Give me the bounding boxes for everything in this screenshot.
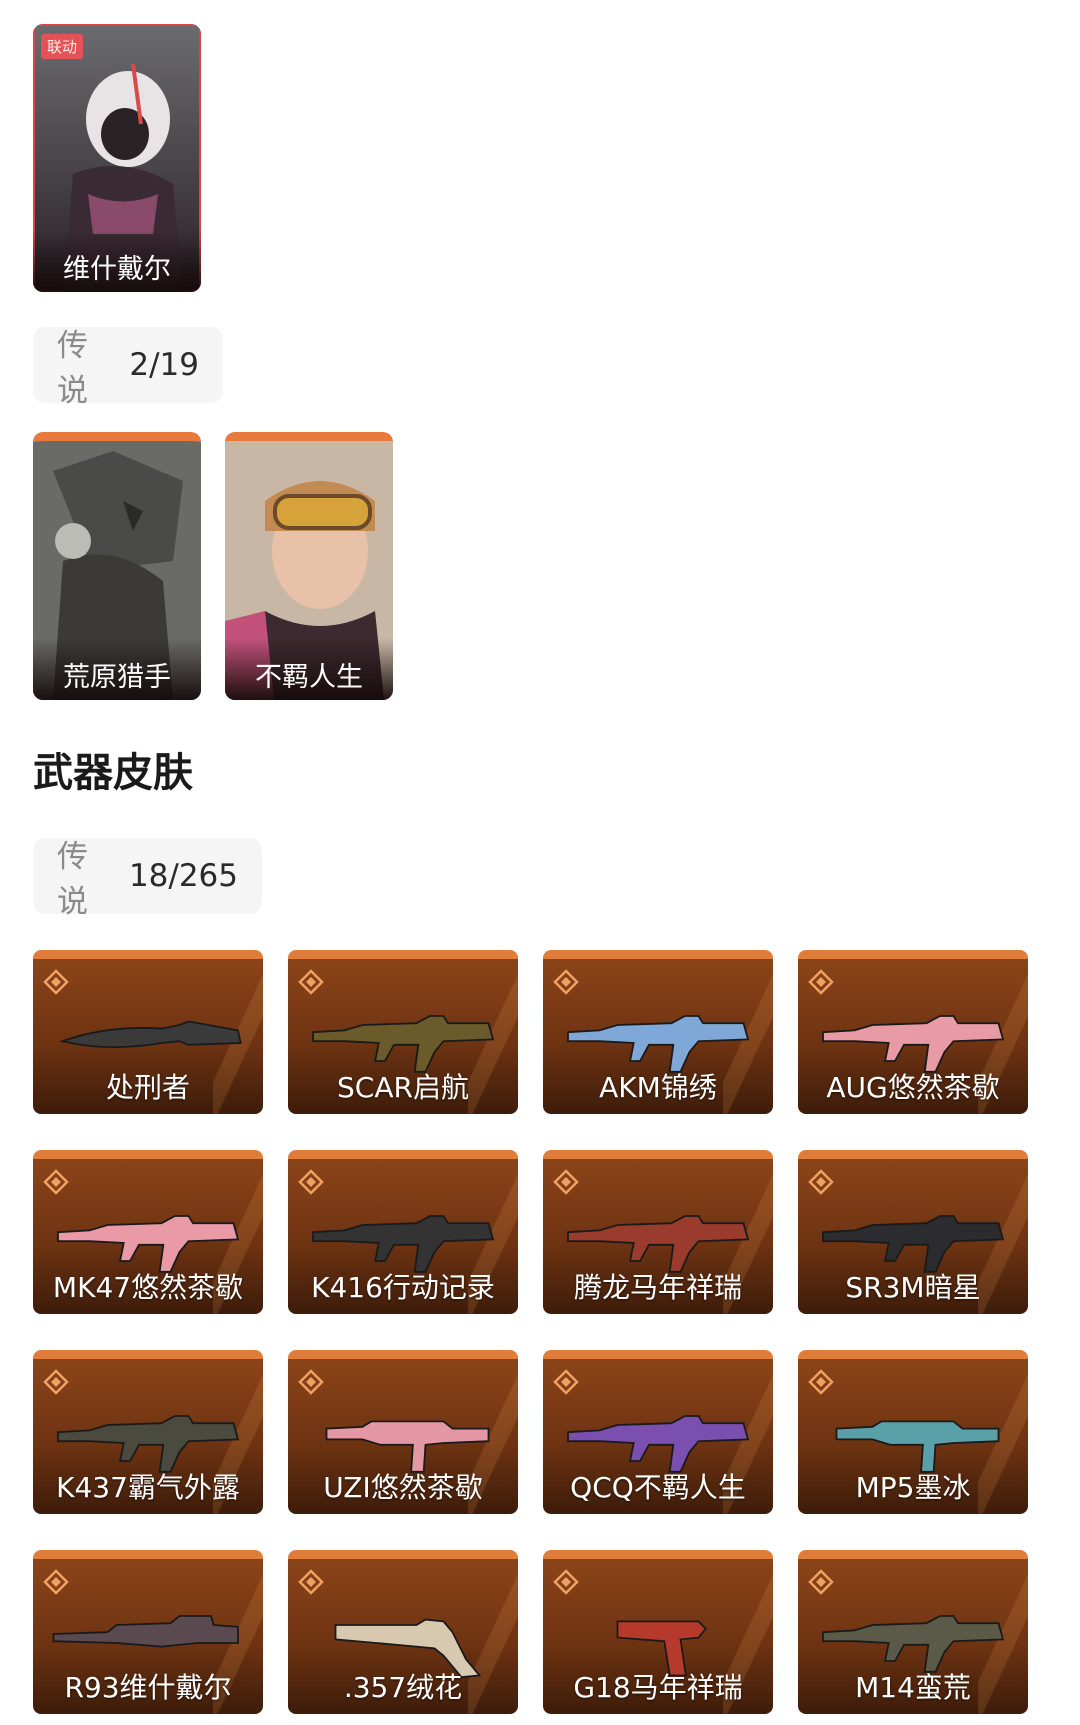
weapon-rarity-filter[interactable]: 传说 18/265 (33, 838, 262, 920)
weapon-skin-name: G18马年祥瑞 (573, 1671, 743, 1704)
weapon-skin-card[interactable]: UZI悠然茶歇 (288, 1350, 518, 1514)
character-skin-card-0[interactable]: 联动 维什戴尔 (33, 24, 201, 292)
character-skin-card-2[interactable]: 不羁人生 (225, 432, 393, 700)
character-rarity-filter[interactable]: 传说 2/19 (33, 327, 223, 409)
weapon-skin-card[interactable]: AKM锦绣 (543, 950, 773, 1114)
weapon-skin-card[interactable]: SR3M暗星 (798, 1150, 1028, 1314)
weapon-skin-name: .357绒花 (343, 1671, 463, 1704)
weapon-skin-card[interactable]: MK47悠然茶歇 (33, 1150, 263, 1314)
weapon-skin-card[interactable]: 腾龙马年祥瑞 (543, 1150, 773, 1314)
weapon-skin-name: SCAR启航 (337, 1071, 469, 1104)
rarity-label: 传说 (57, 328, 88, 409)
character-skin-name: 荒原猎手 (33, 638, 201, 700)
weapon-skin-name: K437霸气外露 (56, 1471, 240, 1504)
rarity-label: 传说 (57, 839, 88, 920)
rarity-count: 2/19 (129, 347, 199, 383)
weapon-skin-name: QCQ不羁人生 (570, 1471, 746, 1504)
weapon-skin-name: 处刑者 (105, 1071, 190, 1104)
character-skin-card-1[interactable]: 荒原猎手 (33, 432, 201, 700)
weapon-skins-heading: 武器皮肤 (33, 750, 193, 796)
collab-tag: 联动 (41, 34, 84, 59)
weapon-skin-card[interactable]: M14蛮荒 (798, 1550, 1028, 1714)
weapon-skin-name: UZI悠然茶歇 (323, 1471, 483, 1504)
weapon-skin-card[interactable]: G18马年祥瑞 (543, 1550, 773, 1714)
weapon-skin-card[interactable]: MP5墨冰 (798, 1350, 1028, 1514)
character-skin-name: 不羁人生 (225, 638, 393, 700)
weapon-skin-name: MP5墨冰 (855, 1471, 971, 1504)
weapon-skin-name: 腾龙马年祥瑞 (573, 1271, 742, 1304)
weapon-skin-name: R93维什戴尔 (64, 1671, 232, 1704)
weapon-skin-card[interactable]: R93维什戴尔 (33, 1550, 263, 1714)
weapon-skin-card[interactable]: SCAR启航 (288, 950, 518, 1114)
rarity-count: 18/265 (128, 858, 238, 894)
weapon-skin-name: MK47悠然茶歇 (52, 1271, 244, 1304)
weapon-skin-name: AUG悠然茶歇 (826, 1071, 1000, 1104)
weapon-skin-card[interactable]: .357绒花 (288, 1550, 518, 1714)
weapon-skin-card[interactable]: 处刑者 (33, 950, 263, 1114)
weapon-skin-name: SR3M暗星 (845, 1271, 981, 1304)
weapon-skin-name: AKM锦绣 (599, 1071, 717, 1104)
weapon-skin-card[interactable]: K437霸气外露 (33, 1350, 263, 1514)
weapon-skin-name: K416行动记录 (311, 1271, 495, 1304)
weapon-skin-name: M14蛮荒 (855, 1671, 971, 1704)
weapon-skin-card[interactable]: K416行动记录 (288, 1150, 518, 1314)
weapon-skin-card[interactable]: QCQ不羁人生 (543, 1350, 773, 1514)
character-skin-name: 维什戴尔 (33, 230, 201, 292)
weapon-skin-card[interactable]: AUG悠然茶歇 (798, 950, 1028, 1114)
